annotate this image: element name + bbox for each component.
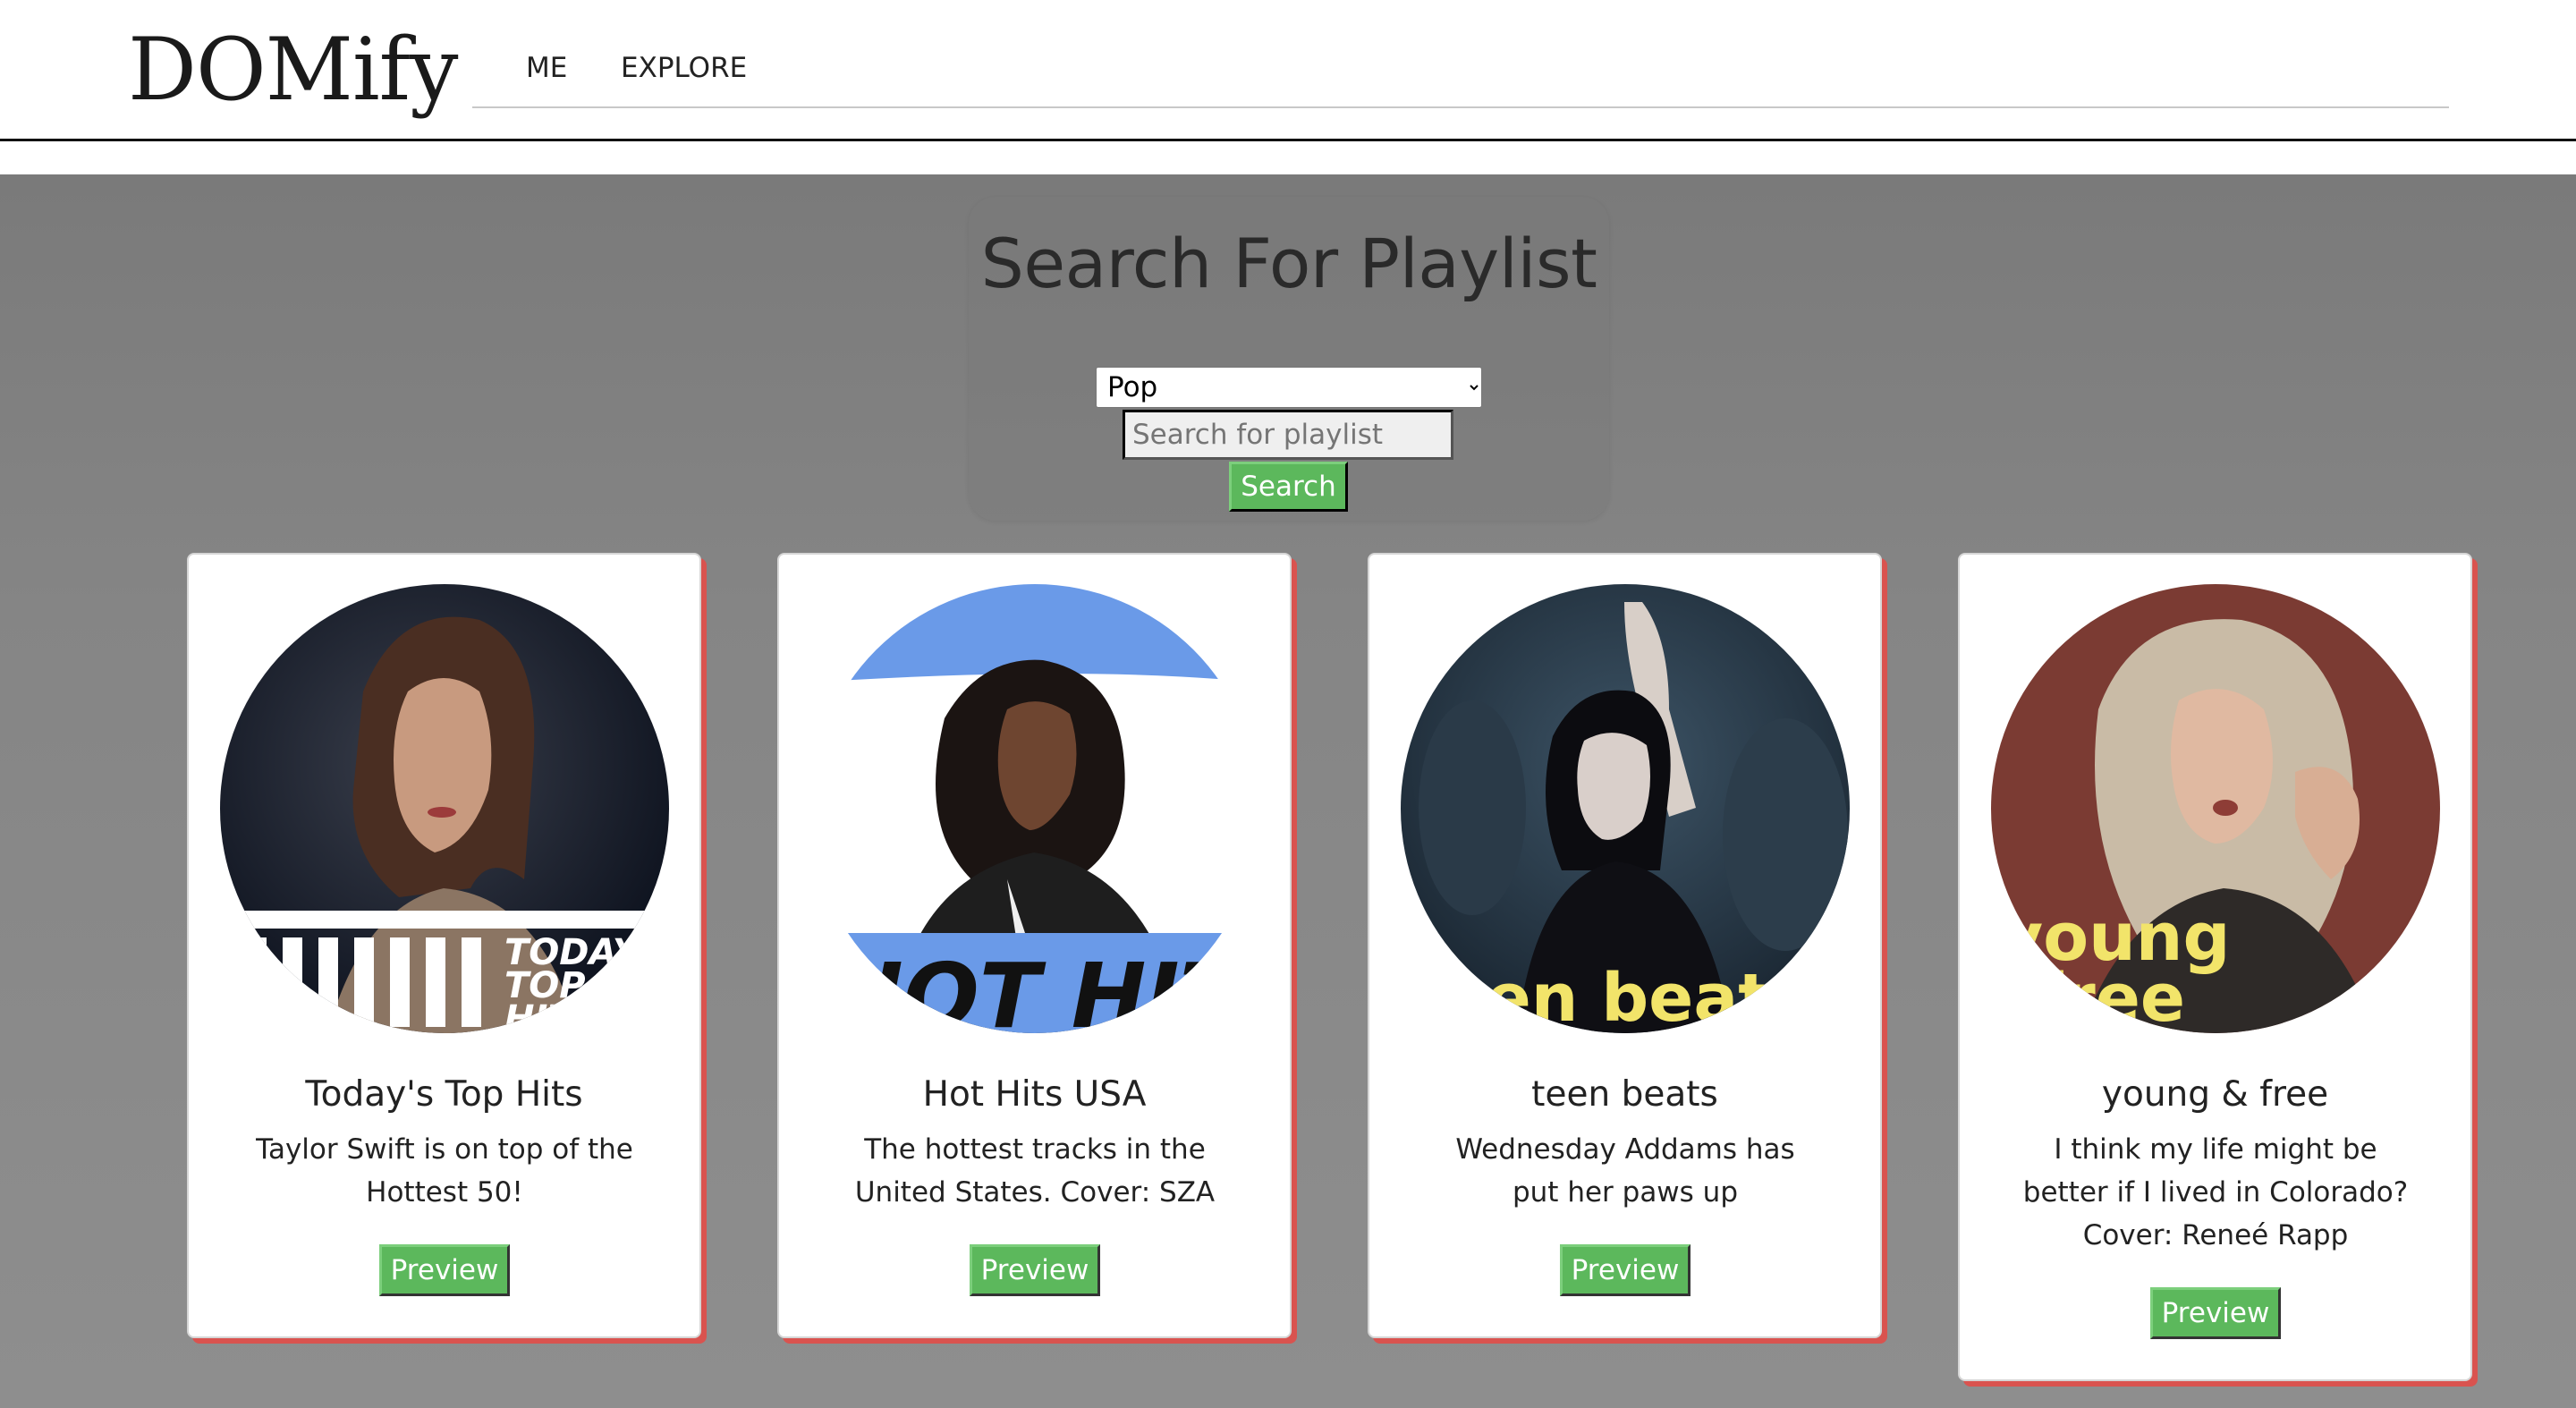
cover-art-todays-top-hits: TODAY TOP HITS: [220, 584, 669, 1033]
playlist-description: I think my life might be better if I liv…: [2022, 1133, 2409, 1251]
main-content: Search For Playlist Pop Search for playl…: [0, 174, 2576, 1408]
preview-button[interactable]: Preview: [1560, 1244, 1690, 1296]
cover-text: HOT HITS: [828, 944, 1259, 1033]
playlist-card: young free young & free I think my life …: [1958, 553, 2472, 1381]
playlist-card: HOT HITS Hot Hits USA The hottest tracks…: [777, 553, 1292, 1338]
svg-text:HITS: HITS: [504, 998, 597, 1033]
main-nav: ME EXPLORE: [472, 0, 2449, 108]
svg-text:free: free: [2034, 960, 2185, 1033]
nav-link-me[interactable]: ME: [526, 50, 567, 86]
playlist-cover-image[interactable]: teen beats: [1401, 584, 1850, 1033]
playlist-description: The hottest tracks in the United States.…: [854, 1133, 1216, 1209]
cover-art-hot-hits-usa: HOT HITS: [810, 584, 1259, 1033]
cover-text: teen beats: [1410, 960, 1809, 1033]
playlist-cover-image[interactable]: young free: [1991, 584, 2440, 1033]
playlist-card: TODAY TOP HITS Today's Top Hits Taylor S…: [187, 553, 701, 1338]
playlist-description: Wednesday Addams has put her paws up: [1455, 1133, 1795, 1209]
search-input[interactable]: [1123, 410, 1453, 460]
header-spacer: [0, 141, 2576, 174]
page-title: Search For Playlist: [980, 224, 1597, 303]
search-panel: Search For Playlist Pop Search: [969, 197, 1609, 521]
cover-art-young-and-free: young free: [1991, 584, 2440, 1033]
nav-link-explore[interactable]: EXPLORE: [621, 50, 747, 86]
preview-button[interactable]: Preview: [2150, 1287, 2281, 1339]
playlist-title: Today's Top Hits: [305, 1074, 583, 1115]
playlist-description: Taylor Swift is on top of the Hottest 50…: [256, 1133, 633, 1209]
playlist-cover-image[interactable]: HOT HITS: [810, 584, 1259, 1033]
preview-button[interactable]: Preview: [379, 1244, 510, 1296]
top-header: DOMify ME EXPLORE: [0, 0, 2576, 141]
playlist-cover-image[interactable]: TODAY TOP HITS: [220, 584, 669, 1033]
cover-art-teen-beats: teen beats: [1401, 584, 1850, 1033]
playlist-card: teen beats teen beats Wednesday Addams h…: [1368, 553, 1882, 1338]
genre-select[interactable]: Pop: [1096, 367, 1482, 408]
brand-logo[interactable]: DOMify: [128, 20, 458, 120]
playlist-title: Hot Hits USA: [922, 1074, 1147, 1115]
search-button[interactable]: Search: [1229, 462, 1348, 512]
playlist-title: teen beats: [1531, 1074, 1718, 1115]
preview-button[interactable]: Preview: [970, 1244, 1100, 1296]
playlist-title: young & free: [2101, 1074, 2329, 1115]
